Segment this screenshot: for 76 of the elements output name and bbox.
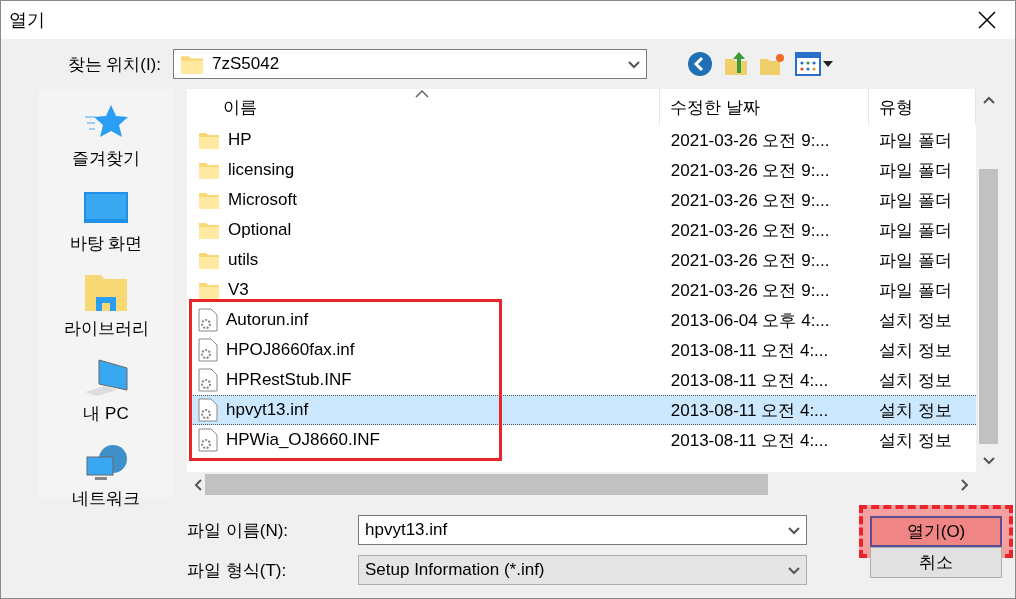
date-cell-text: 2013-08-11 오전 4:... <box>669 399 830 422</box>
sidebar-item[interactable]: 내 PC <box>46 358 166 425</box>
window-title: 열기 <box>9 9 45 32</box>
close-icon[interactable] <box>978 11 996 29</box>
file-row[interactable]: HP 2021-03-26 오전 9:... 파일 폴더 <box>189 125 976 155</box>
type-cell-text: 파일 폴더 <box>878 189 953 212</box>
file-name: licensing <box>228 160 295 180</box>
folder-up-icon[interactable] <box>723 51 749 77</box>
file-type-label: 파일 형식(T): <box>187 559 288 582</box>
file-type-dropdown[interactable]: Setup Information (*.inf) <box>358 555 807 585</box>
type-cell-text: 파일 폴더 <box>878 159 953 182</box>
type-cell-text: 파일 폴더 <box>878 129 953 152</box>
file-row[interactable]: utils 2021-03-26 오전 9:... 파일 폴더 <box>189 245 976 275</box>
file-row[interactable]: Autorun.inf 2013-06-04 오후 4:... 설치 정보 <box>189 305 976 335</box>
look-in-label: 찾는 위치(I): <box>66 53 162 76</box>
file-name: hpvyt13.inf <box>226 400 309 420</box>
date-cell-text: 2021-03-26 오전 9:... <box>669 249 831 272</box>
date-cell-text: 2013-08-11 오전 4:... <box>669 369 830 392</box>
look-in-dropdown[interactable]: 7zS5042 <box>173 49 647 79</box>
file-row[interactable]: V3 2021-03-26 오전 9:... 파일 폴더 <box>189 275 976 305</box>
file-row[interactable]: licensing 2021-03-26 오전 9:... 파일 폴더 <box>189 155 976 185</box>
sidebar-item[interactable]: 네트워크 <box>46 443 166 510</box>
column-header[interactable]: 이름 <box>187 89 660 125</box>
date-cell-text: 2021-03-26 오전 9:... <box>669 219 831 242</box>
settings-file-icon <box>198 308 218 332</box>
new-folder-icon[interactable] <box>759 51 785 77</box>
type-cell-text: 설치 정보 <box>878 399 953 422</box>
file-name: HP <box>228 130 252 150</box>
file-name: Microsoft <box>228 190 297 210</box>
type-cell-text: 파일 폴더 <box>878 219 953 242</box>
type-cell-text: 설치 정보 <box>878 339 953 362</box>
type-cell-text: 파일 폴더 <box>878 249 953 272</box>
column-header[interactable]: 수정한 날짜 <box>660 89 869 125</box>
file-name: HPOJ8660fax.inf <box>226 340 355 360</box>
settings-file-icon <box>198 398 218 422</box>
file-name-label: 파일 이름(N): <box>187 519 290 542</box>
library-icon <box>83 273 129 313</box>
file-row[interactable]: hpvyt13.inf 2013-08-11 오전 4:... 설치 정보 <box>189 395 976 425</box>
type-cell-text: 설치 정보 <box>878 309 953 332</box>
file-row[interactable]: HPOJ8660fax.inf 2013-08-11 오전 4:... 설치 정보 <box>189 335 976 365</box>
type-cell-text: 설치 정보 <box>878 429 953 452</box>
file-row[interactable]: HPWia_OJ8660.INF 2013-08-11 오전 4:... 설치 정보 <box>189 425 976 455</box>
settings-file-icon <box>198 368 218 392</box>
date-cell-text: 2021-03-26 오전 9:... <box>669 189 831 212</box>
caret-icon[interactable] <box>628 58 640 70</box>
sidebar-item[interactable]: 즐겨찾기 <box>46 103 166 170</box>
date-cell-text: 2021-03-26 오전 9:... <box>669 129 831 152</box>
date-cell-text: 2013-08-11 오전 4:... <box>669 339 830 362</box>
settings-file-icon <box>198 338 218 362</box>
file-row[interactable]: Optional 2021-03-26 오전 9:... 파일 폴더 <box>189 215 976 245</box>
type-cell-text: 설치 정보 <box>878 369 953 392</box>
type-cell-text: 파일 폴더 <box>878 279 953 302</box>
network-icon <box>83 443 129 483</box>
file-name: HPRestStub.INF <box>226 370 352 390</box>
file-name: utils <box>228 250 259 270</box>
caret-icon[interactable] <box>788 564 800 576</box>
caret-icon[interactable] <box>788 524 800 536</box>
open-button[interactable]: 열기(O) <box>870 516 1002 547</box>
cancel-button[interactable]: 취소 <box>870 547 1002 578</box>
file-name-field[interactable]: hpvyt13.inf <box>358 515 807 545</box>
sidebar-item[interactable]: 라이브러리 <box>46 273 166 340</box>
settings-file-icon <box>198 428 218 452</box>
file-row[interactable]: HPRestStub.INF 2013-08-11 오전 4:... 설치 정보 <box>189 365 976 395</box>
file-name: Autorun.inf <box>226 310 309 330</box>
date-cell-text: 2013-08-11 오전 4:... <box>669 429 830 452</box>
scroll-right-icon[interactable] <box>958 478 970 491</box>
file-name: HPWia_OJ8660.INF <box>226 430 380 450</box>
date-cell-text: 2013-06-04 오후 4:... <box>669 309 831 332</box>
file-name: V3 <box>228 280 249 300</box>
sidebar-item[interactable]: 바탕 화면 <box>46 188 166 255</box>
date-cell-text: 2021-03-26 오전 9:... <box>669 279 831 302</box>
file-name: Optional <box>228 220 292 240</box>
view-grid-icon[interactable] <box>795 51 835 77</box>
scroll-down-icon[interactable] <box>982 454 995 466</box>
file-row[interactable]: Microsoft 2021-03-26 오전 9:... 파일 폴더 <box>189 185 976 215</box>
date-cell-text: 2021-03-26 오전 9:... <box>669 159 831 182</box>
